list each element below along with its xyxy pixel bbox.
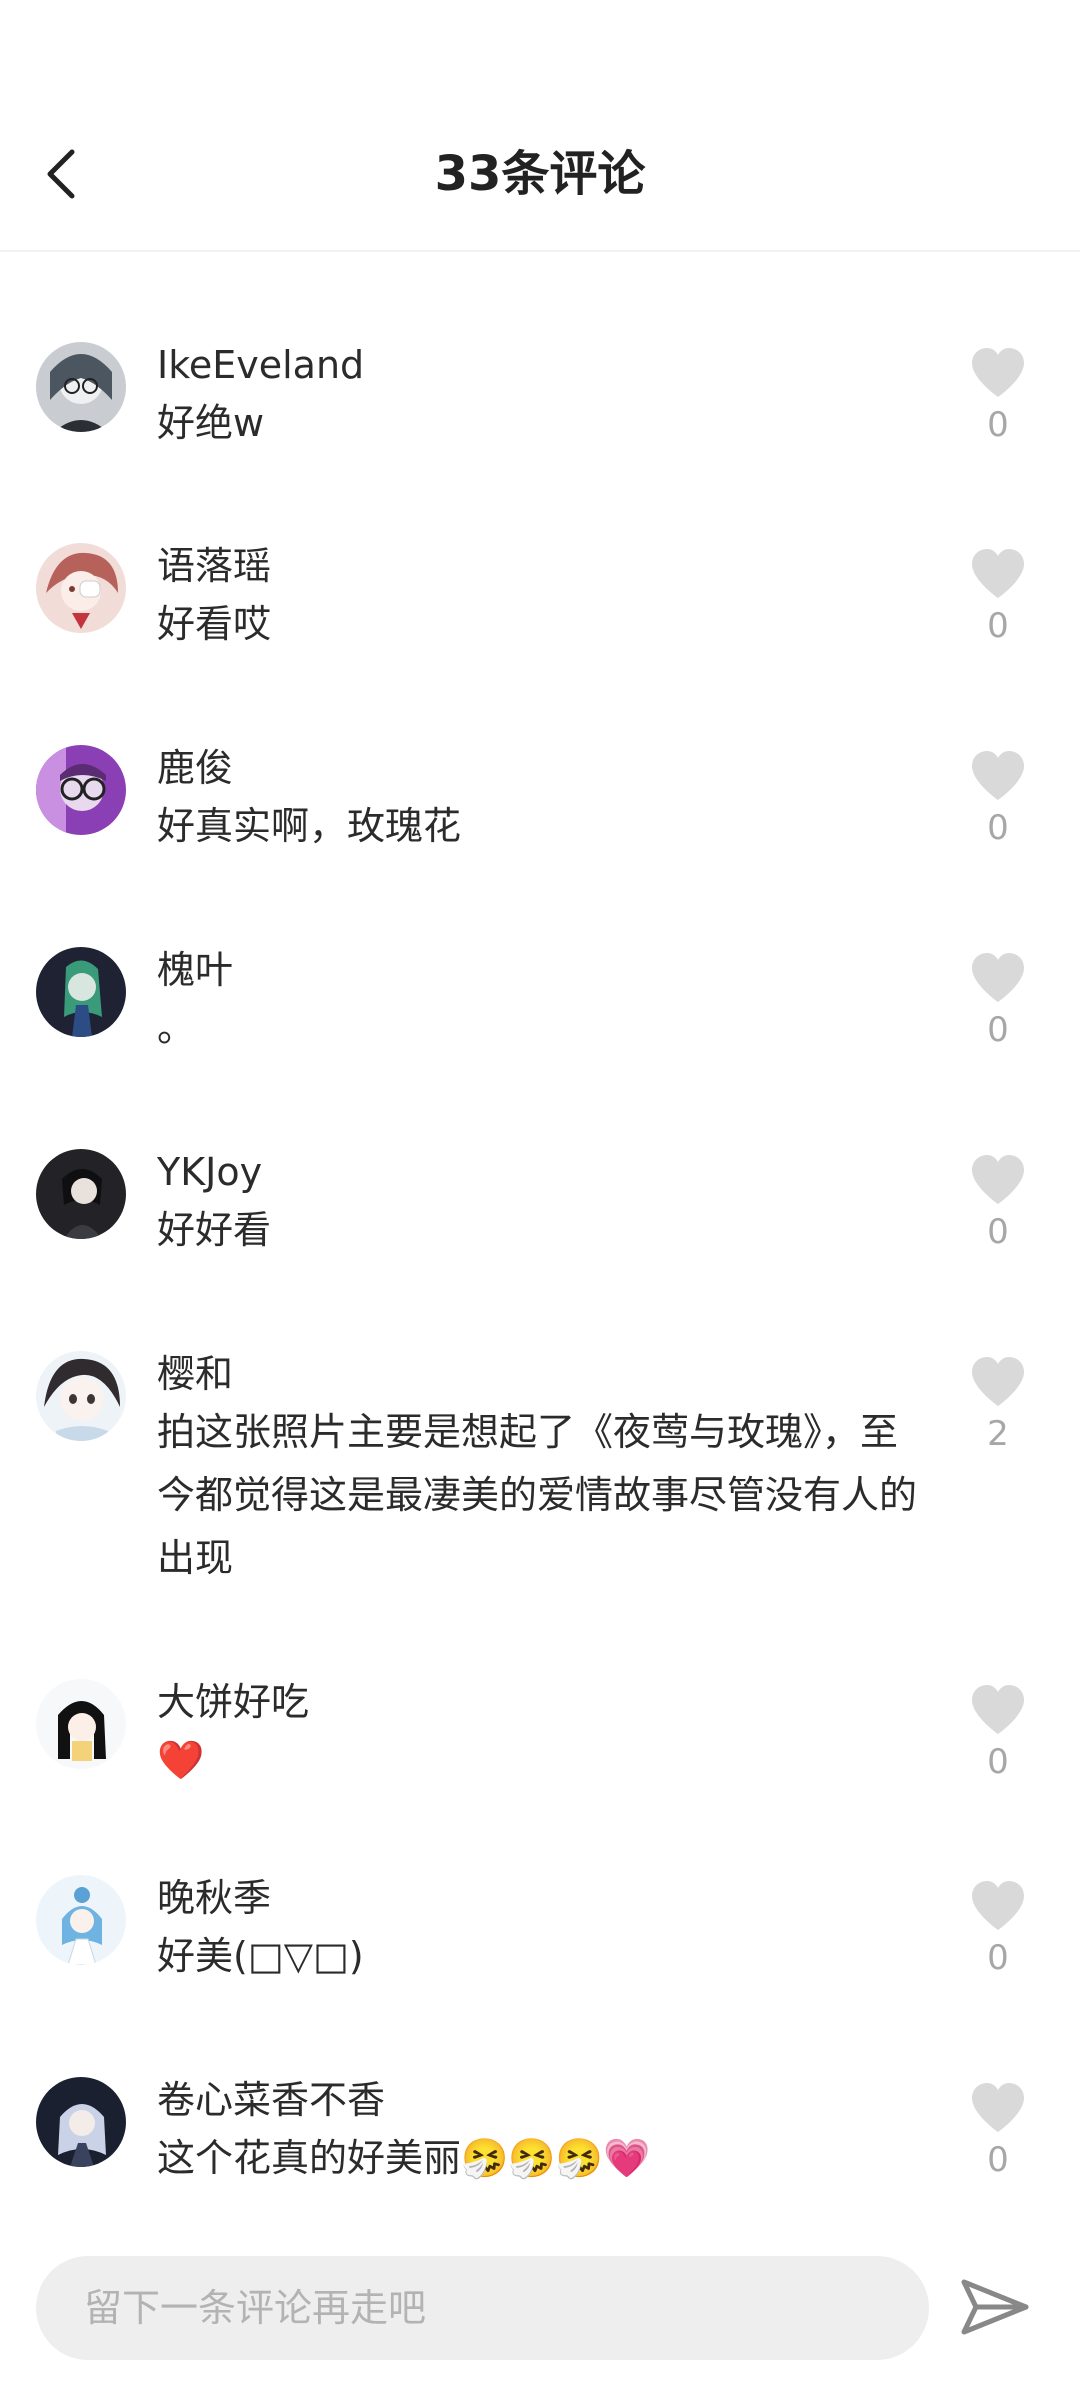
comment-username[interactable]: IkeEveland bbox=[157, 340, 364, 390]
comment-text: ❤️ bbox=[157, 1738, 205, 1782]
like-count: 0 bbox=[987, 606, 1009, 646]
comment-username[interactable]: 槐叶 bbox=[157, 945, 233, 995]
like-button[interactable]: 0 bbox=[968, 952, 1028, 1050]
like-count: 0 bbox=[987, 1010, 1009, 1050]
comment-username[interactable]: 鹿俊 bbox=[157, 743, 233, 793]
comment-text: 好好看 bbox=[157, 1208, 272, 1252]
comment-text: 好看哎 bbox=[157, 602, 272, 646]
comment-username[interactable]: 樱和 bbox=[157, 1349, 233, 1399]
comment-text: 好真实啊，玫瑰花 bbox=[157, 804, 462, 848]
like-button[interactable]: 2 bbox=[968, 1356, 1028, 1454]
heart-icon bbox=[972, 751, 1024, 800]
like-count: 0 bbox=[987, 2140, 1009, 2180]
like-button[interactable]: 0 bbox=[968, 347, 1028, 445]
like-count: 0 bbox=[987, 1938, 1009, 1978]
page-title: 33条评论 bbox=[434, 146, 646, 202]
comment-list[interactable]: IkeEveland 好绝w 0 语落瑶 好看哎 0 鹿俊 好真实啊，玫瑰花 0 bbox=[0, 250, 1080, 2230]
comment-username[interactable]: YKJoy bbox=[157, 1147, 262, 1197]
comment-text: 好美(□▽□) bbox=[157, 1934, 364, 1978]
avatar[interactable] bbox=[36, 745, 126, 835]
like-count: 0 bbox=[987, 1212, 1009, 1252]
heart-icon bbox=[972, 1685, 1024, 1734]
heart-icon bbox=[972, 1357, 1024, 1406]
like-button[interactable]: 0 bbox=[968, 1684, 1028, 1782]
heart-icon bbox=[972, 2083, 1024, 2132]
like-button[interactable]: 0 bbox=[968, 1880, 1028, 1978]
avatar[interactable] bbox=[36, 543, 126, 633]
like-button[interactable]: 0 bbox=[968, 1154, 1028, 1252]
avatar[interactable] bbox=[36, 2077, 126, 2167]
comment-input[interactable] bbox=[36, 2256, 929, 2360]
like-count: 2 bbox=[987, 1414, 1009, 1454]
avatar[interactable] bbox=[36, 1149, 126, 1239]
send-button[interactable] bbox=[958, 2270, 1032, 2344]
avatar[interactable] bbox=[36, 342, 126, 432]
comment-username[interactable]: 大饼好吃 bbox=[157, 1677, 309, 1727]
comment-text: 拍这张照片主要是想起了《夜莺与玫瑰》，至今都觉得这是最凄美的爱情故事尽管没有人的… bbox=[157, 1410, 918, 1580]
like-button[interactable]: 0 bbox=[968, 2082, 1028, 2180]
header-bar: 33条评论 bbox=[0, 0, 1080, 252]
avatar[interactable] bbox=[36, 1679, 126, 1769]
avatar[interactable] bbox=[36, 1351, 126, 1441]
heart-icon bbox=[972, 549, 1024, 598]
heart-icon bbox=[972, 348, 1024, 397]
comment-username[interactable]: 晚秋季 bbox=[157, 1873, 271, 1923]
like-count: 0 bbox=[987, 405, 1009, 445]
comment-username[interactable]: 语落瑶 bbox=[157, 541, 271, 591]
comment-username[interactable]: 卷心菜香不香 bbox=[157, 2075, 385, 2125]
heart-icon bbox=[972, 1881, 1024, 1930]
like-button[interactable]: 0 bbox=[968, 750, 1028, 848]
comment-text: 。 bbox=[157, 1006, 196, 1050]
heart-icon bbox=[972, 1155, 1024, 1204]
send-icon bbox=[961, 2279, 1029, 2335]
heart-icon bbox=[972, 953, 1024, 1002]
like-count: 0 bbox=[987, 808, 1009, 848]
avatar[interactable] bbox=[36, 1875, 126, 1965]
like-count: 0 bbox=[987, 1742, 1009, 1782]
comment-composer bbox=[0, 2230, 1080, 2400]
comment-text: 好绝w bbox=[157, 401, 265, 445]
avatar[interactable] bbox=[36, 947, 126, 1037]
like-button[interactable]: 0 bbox=[968, 548, 1028, 646]
comment-text: 这个花真的好美丽🤧🤧🤧💗 bbox=[157, 2136, 651, 2180]
